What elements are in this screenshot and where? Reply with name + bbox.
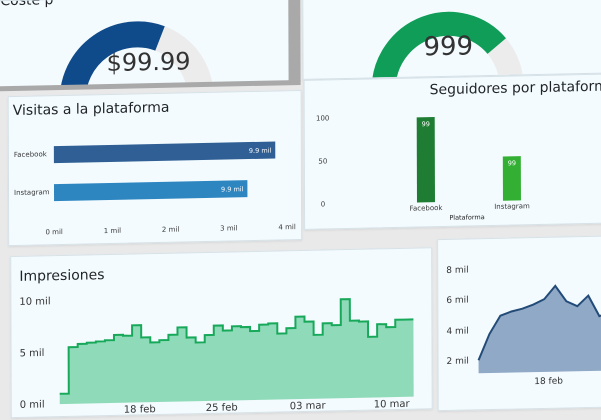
followers-chart: 100 50 0 99 Facebook 99 Instagram Plataforma	[316, 114, 530, 222]
second-area-card: 8 mil 6 mil 4 mil 2 mil 18 feb	[437, 235, 601, 412]
impressions-y-tick: 5 mil	[20, 348, 45, 360]
visits-x-tick: 2 mil	[162, 226, 179, 234]
second-area-chart: 8 mil 6 mil 4 mil 2 mil 18 feb	[446, 265, 601, 388]
visits-bar-label: 9.9 mil	[249, 147, 272, 155]
followers-bar-label: 99	[508, 159, 516, 167]
visits-category-label: Instagram	[14, 188, 50, 197]
followers-bar	[416, 117, 435, 203]
visits-x-tick: 3 mil	[220, 224, 237, 232]
followers-y-tick: 50	[318, 157, 327, 165]
visits-card: Visitas a la plataforma Facebook 9.9 mil I…	[7, 89, 303, 247]
followers-kpi-card: 999	[302, 0, 601, 80]
second-y-tick: 6 mil	[446, 295, 468, 305]
cost-kpi-value: $99.99	[106, 47, 191, 78]
followers-category-label: Facebook	[410, 204, 444, 213]
visits-chart: Facebook 9.9 mil Instagram 9.9 mil 0 mil 1 mi…	[14, 141, 296, 236]
impressions-y-tick: 10 mil	[19, 296, 50, 308]
followers-x-label: Plataforma	[449, 213, 484, 222]
second-y-tick: 2 mil	[447, 356, 469, 366]
visits-x-tick: 1 mil	[104, 227, 121, 235]
kpi-separator	[288, 0, 301, 83]
followers-category-label: Instagram	[494, 202, 530, 211]
impressions-x-tick: 18 feb	[124, 404, 156, 416]
visits-bar	[53, 141, 276, 164]
impressions-card: Impresiones 10 mil 5 mil 0 mil 18 feb 25 feb…	[10, 247, 433, 419]
followers-y-tick: 0	[321, 200, 325, 208]
followers-card: Seguidores por plataforma 100 50 0 99 Facebo…	[303, 73, 601, 230]
second-area	[478, 285, 601, 374]
visits-bar	[53, 180, 248, 202]
visits-category-label: Facebook	[14, 150, 48, 159]
impressions-x-tick: 25 feb	[206, 402, 238, 414]
impressions-x-tick: 10 mar	[374, 399, 411, 411]
visits-x-tick: 0 mil	[45, 228, 62, 236]
second-y-tick: 8 mil	[446, 265, 468, 275]
visits-bar-label: 9.9 mil	[221, 185, 244, 193]
impressions-chart: 10 mil 5 mil 0 mil 18 feb 25 feb 03 mar 10 mar	[19, 296, 414, 416]
impressions-x-tick: 03 mar	[290, 400, 327, 412]
followers-kpi-value: 999	[423, 31, 474, 63]
impressions-area	[59, 299, 414, 405]
cost-kpi-card: Coste p $99.99	[0, 0, 291, 89]
visits-x-tick: 4 mil	[278, 223, 295, 231]
dashboard-scene: Coste p $99.99 999 Visitas a la platafor…	[0, 0, 601, 419]
followers-y-tick: 100	[316, 114, 329, 122]
second-x-tick: 18 feb	[534, 377, 563, 388]
second-y-tick: 4 mil	[446, 326, 468, 336]
impressions-y-tick: 0 mil	[20, 399, 45, 411]
followers-bar-label: 99	[422, 120, 430, 128]
